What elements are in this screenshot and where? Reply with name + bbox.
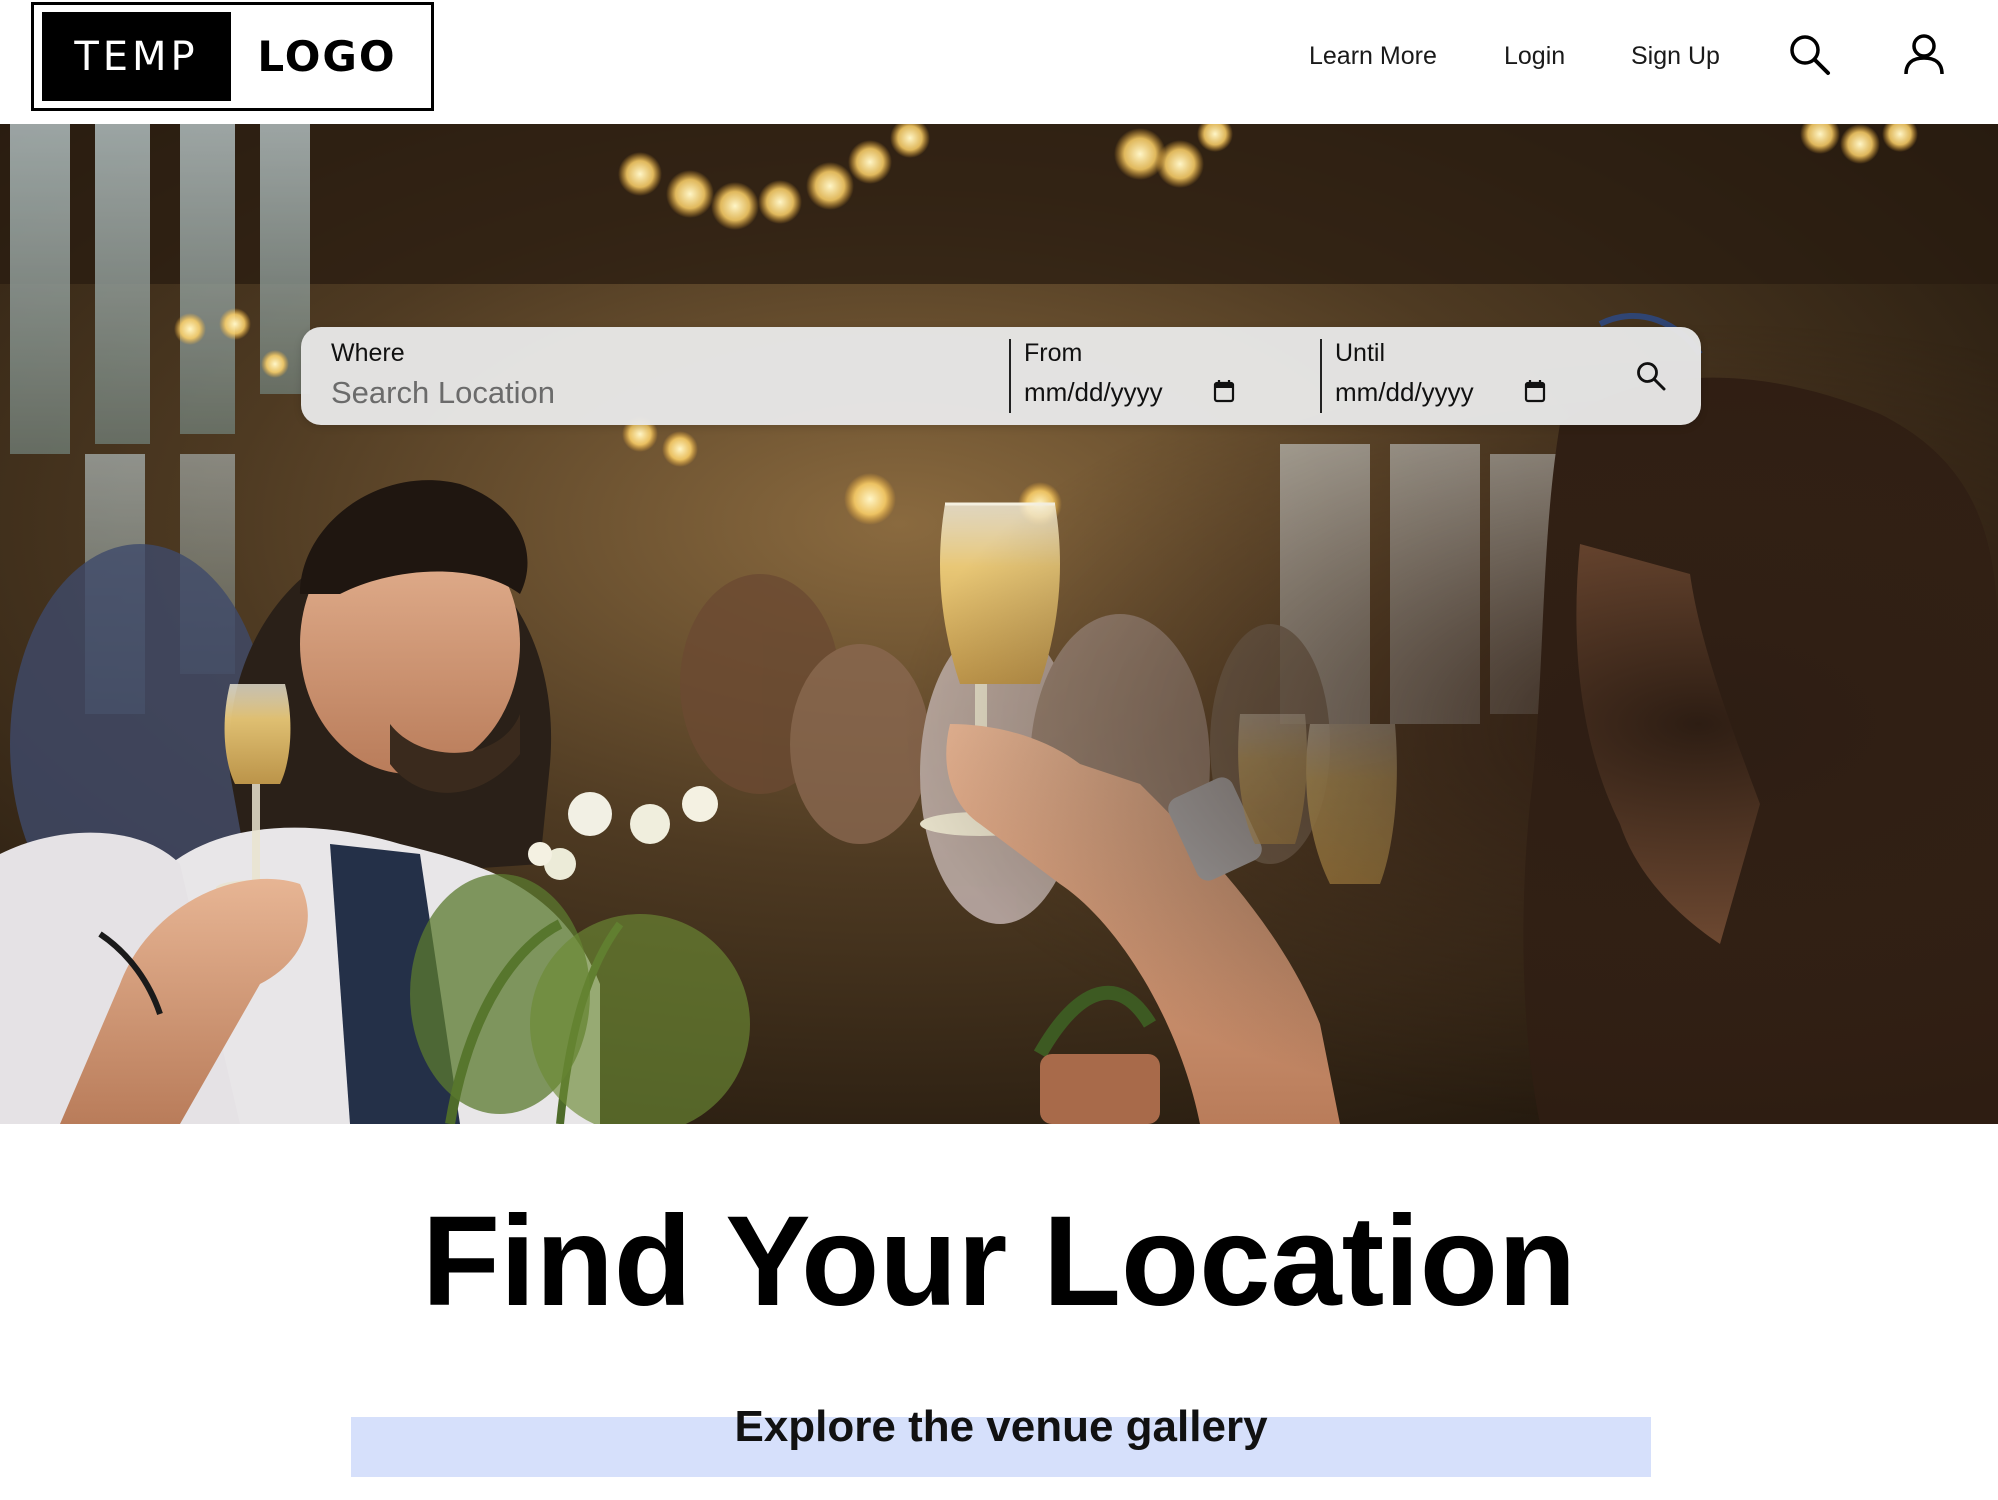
until-date-input[interactable]: mm/dd/yyyy [1335, 377, 1474, 408]
where-label: Where [331, 339, 405, 367]
location-search-input[interactable] [331, 373, 971, 413]
from-label: From [1024, 339, 1083, 367]
search-divider [1320, 339, 1322, 413]
until-label: Until [1335, 339, 1386, 367]
search-divider [1009, 339, 1011, 413]
search-submit-icon[interactable] [1635, 360, 1667, 397]
hero-image [0, 124, 1998, 1124]
logo-temp-box: TEMP [42, 12, 231, 101]
explore-gallery-link[interactable]: Explore the venue gallery [351, 1402, 1651, 1452]
from-date-input[interactable]: mm/dd/yyyy [1024, 377, 1163, 408]
site-header: TEMP LOGO Learn More Login Sign Up [0, 0, 1998, 124]
nav-login[interactable]: Login [1504, 42, 1565, 71]
nav-learn-more[interactable]: Learn More [1309, 42, 1437, 71]
site-logo[interactable]: TEMP LOGO [31, 2, 434, 111]
nav-sign-up[interactable]: Sign Up [1631, 42, 1720, 71]
hero-photo-illustration [0, 124, 1998, 1124]
calendar-icon[interactable] [1524, 379, 1546, 408]
search-bar: Where From mm/dd/yyyy Until mm/dd/yyyy [301, 327, 1701, 425]
page-title: Find Your Location [421, 1190, 1577, 1333]
search-icon[interactable] [1788, 33, 1832, 82]
user-icon[interactable] [1902, 32, 1946, 81]
logo-word: LOGO [257, 32, 397, 81]
logo-temp-text: TEMP [74, 33, 199, 80]
calendar-icon[interactable] [1213, 379, 1235, 408]
